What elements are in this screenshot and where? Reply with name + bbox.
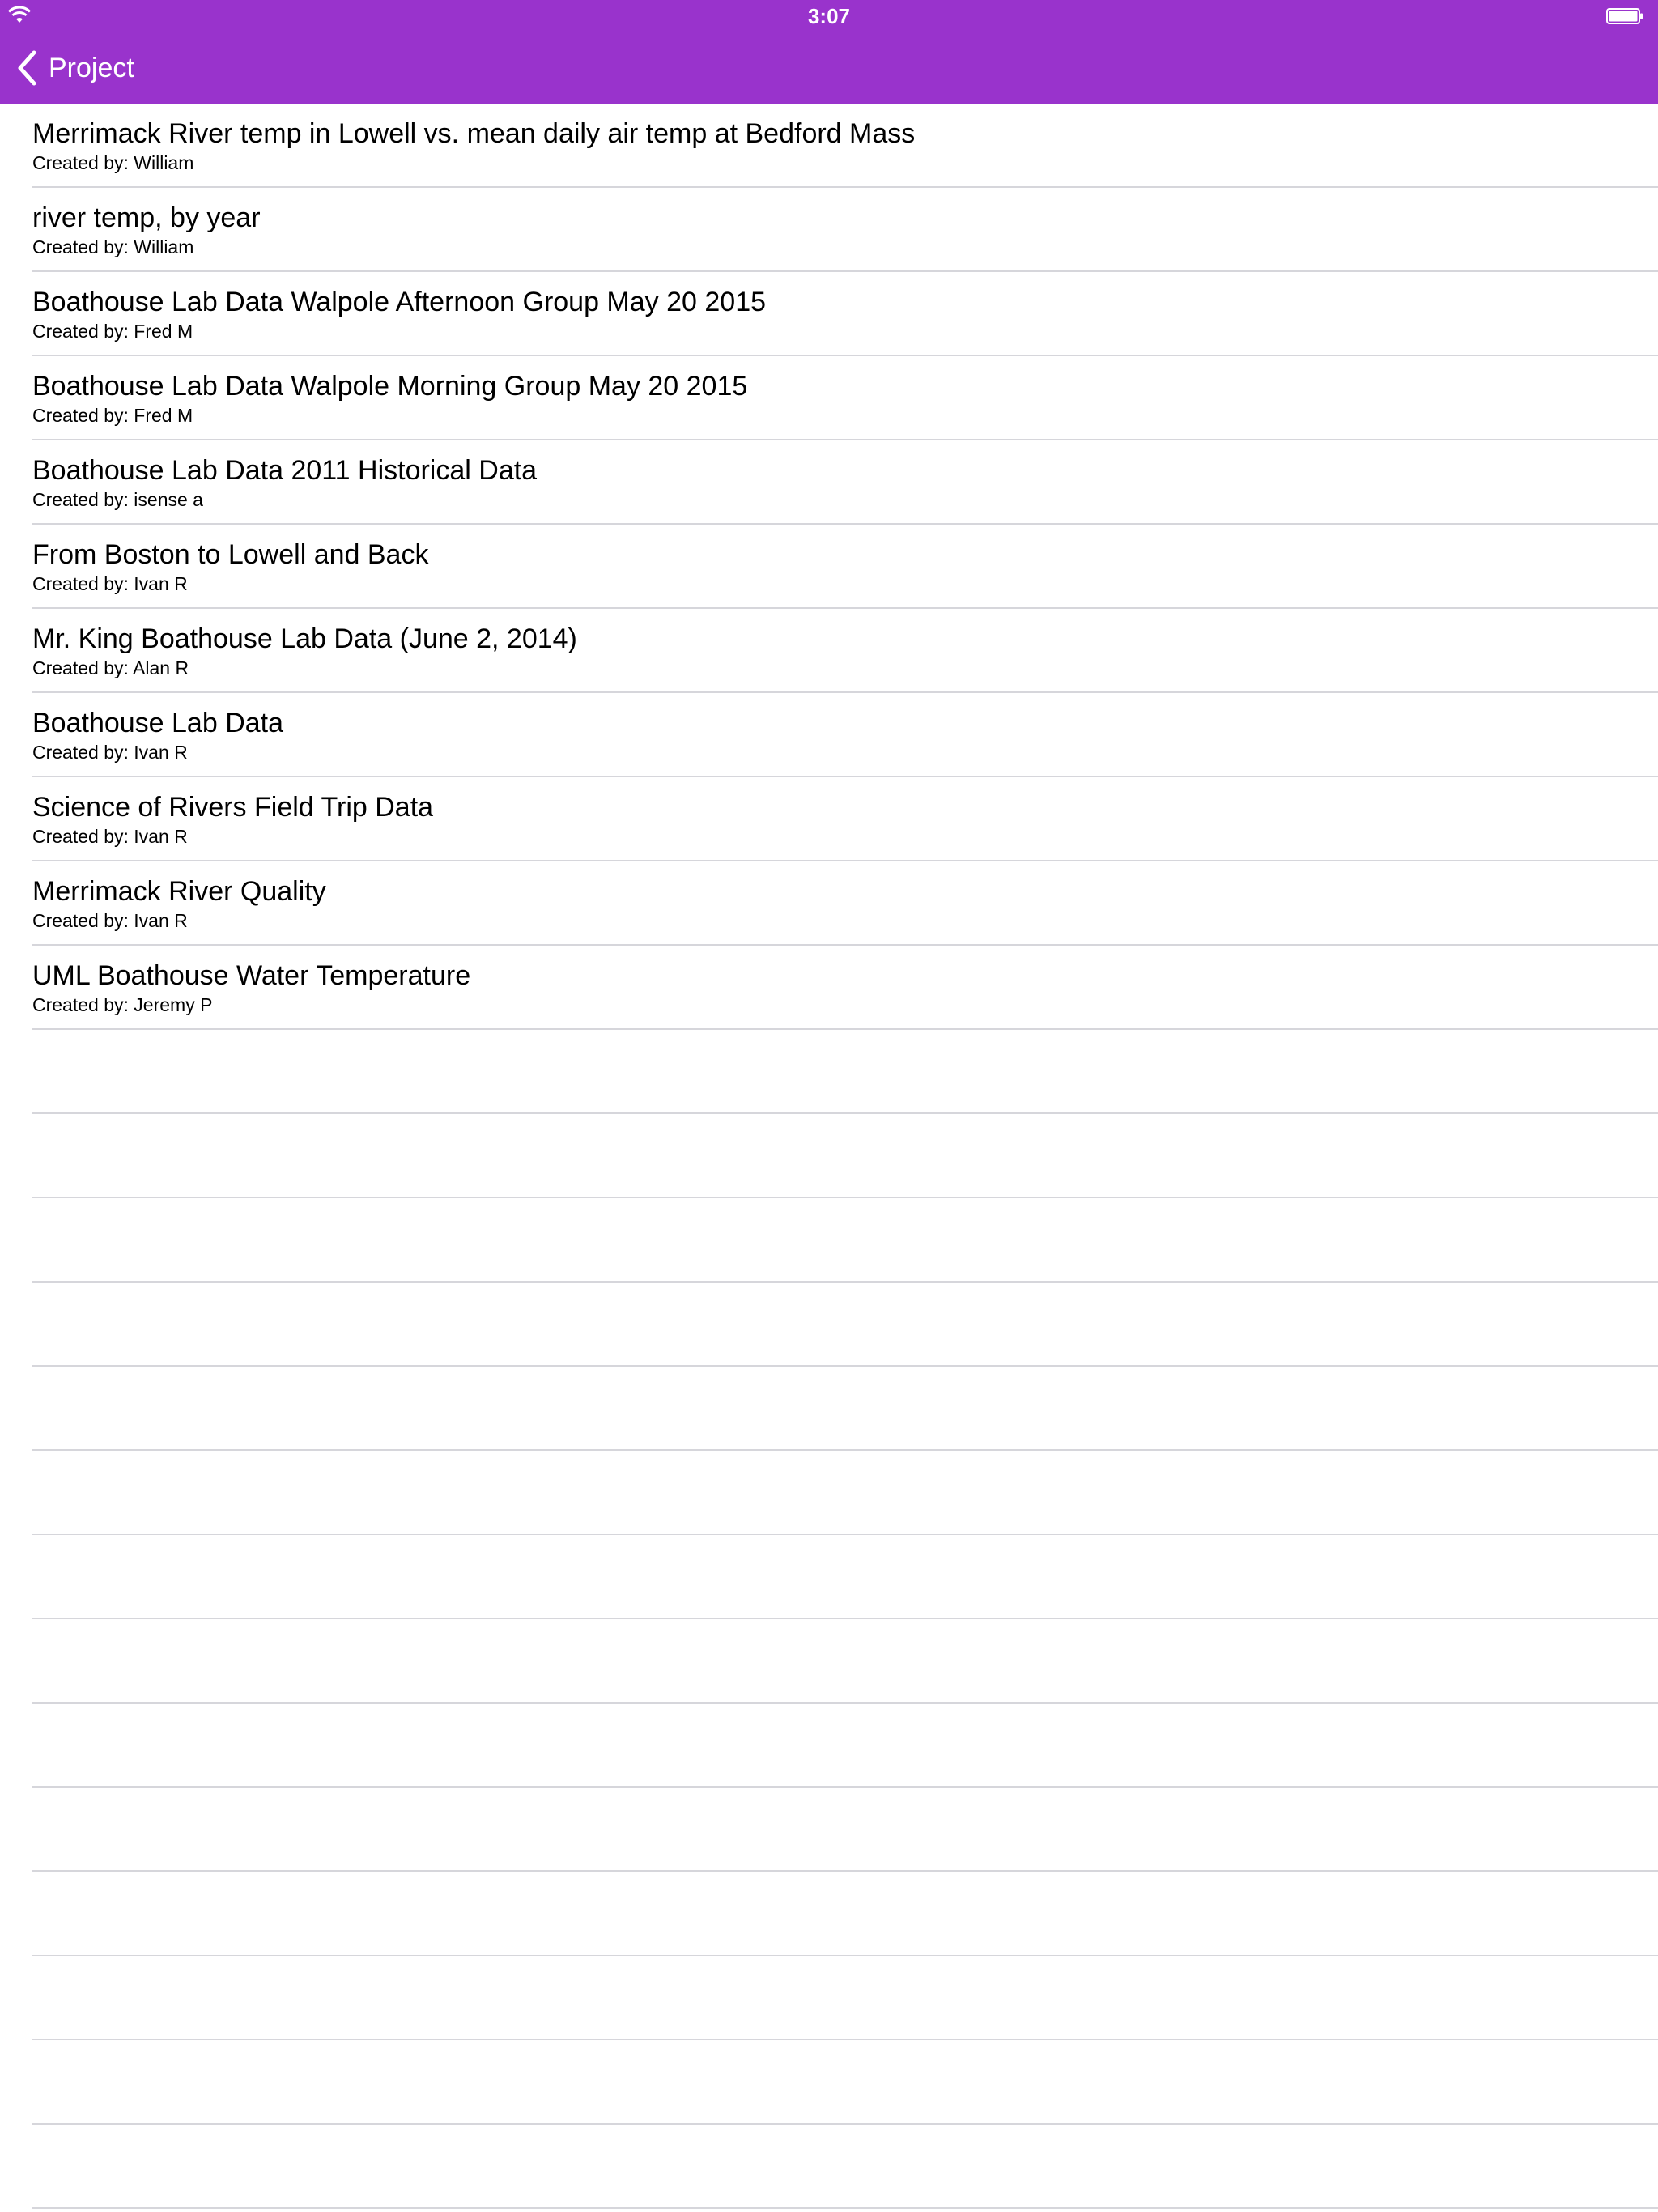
list-item-title: Boathouse Lab Data 2011 Historical Data <box>32 455 538 486</box>
list-item-creator: Created by: Alan R <box>32 657 189 678</box>
list-item-creator: Created by: William <box>32 152 194 173</box>
list-item-creator: Created by: Ivan R <box>32 910 188 931</box>
list-item-title: Science of Rivers Field Trip Data <box>32 792 434 823</box>
list-item-title: Boathouse Lab Data Walpole Afternoon Gro… <box>32 287 767 317</box>
empty-row <box>32 1872 1658 1956</box>
back-button-label: Project <box>49 53 134 83</box>
list-item[interactable]: Boathouse Lab Data Walpole Morning Group… <box>32 356 1658 440</box>
back-button[interactable]: Project <box>16 44 134 92</box>
list-item-creator: Created by: William <box>32 236 194 257</box>
empty-row <box>32 1030 1658 1114</box>
list-item-creator: Created by: Ivan R <box>32 742 188 763</box>
list-item-title: Mr. King Boathouse Lab Data (June 2, 201… <box>32 623 577 654</box>
empty-row <box>32 1704 1658 1788</box>
navigation-bar: Project <box>0 32 1658 104</box>
chevron-left-icon <box>18 50 36 86</box>
list-item-creator: Created by: isense a <box>32 489 203 510</box>
list-item[interactable]: river temp, by year Created by: William <box>32 188 1658 272</box>
list-item[interactable]: Merrimack River Quality Created by: Ivan… <box>32 861 1658 946</box>
list-item-title: Merrimack River Quality <box>32 876 326 907</box>
list-item[interactable]: UML Boathouse Water Temperature Created … <box>32 946 1658 1030</box>
list-item[interactable]: Mr. King Boathouse Lab Data (June 2, 201… <box>32 609 1658 693</box>
list-item-creator: Created by: Ivan R <box>32 573 188 594</box>
list-item-title: UML Boathouse Water Temperature <box>32 960 471 991</box>
list-item-creator: Created by: Fred M <box>32 321 193 342</box>
empty-row <box>32 1956 1658 2040</box>
battery-icon <box>1606 8 1643 24</box>
list-item-title: river temp, by year <box>32 202 261 233</box>
status-time: 3:07 <box>807 4 851 28</box>
empty-row <box>32 1619 1658 1704</box>
list-item[interactable]: Boathouse Lab Data 2011 Historical Data … <box>32 440 1658 525</box>
empty-row <box>32 2125 1658 2209</box>
empty-row <box>32 1283 1658 1367</box>
list-item[interactable]: Boathouse Lab Data Walpole Afternoon Gro… <box>32 272 1658 356</box>
list-item-title: Boathouse Lab Data <box>32 708 284 738</box>
list-item[interactable]: From Boston to Lowell and Back Created b… <box>32 525 1658 609</box>
list-item[interactable]: Boathouse Lab Data Created by: Ivan R <box>32 693 1658 777</box>
empty-row <box>32 1367 1658 1451</box>
status-bar: 3:07 <box>0 0 1658 32</box>
empty-row <box>32 1788 1658 1872</box>
empty-row <box>32 2040 1658 2125</box>
list-item-title: Merrimack River temp in Lowell vs. mean … <box>32 118 916 149</box>
empty-row <box>32 1198 1658 1283</box>
list-item[interactable]: Merrimack River temp in Lowell vs. mean … <box>32 104 1658 188</box>
list-item[interactable]: Science of Rivers Field Trip Data Create… <box>32 777 1658 861</box>
list-item-creator: Created by: Jeremy P <box>32 994 213 1015</box>
empty-row <box>32 1535 1658 1619</box>
empty-row <box>32 1114 1658 1198</box>
empty-row <box>32 1451 1658 1535</box>
list-item-creator: Created by: Ivan R <box>32 826 188 847</box>
list-item-creator: Created by: Fred M <box>32 405 193 426</box>
list-item-title: From Boston to Lowell and Back <box>32 539 429 570</box>
list-item-title: Boathouse Lab Data Walpole Morning Group… <box>32 371 748 402</box>
project-list: Merrimack River temp in Lowell vs. mean … <box>0 104 1658 2209</box>
